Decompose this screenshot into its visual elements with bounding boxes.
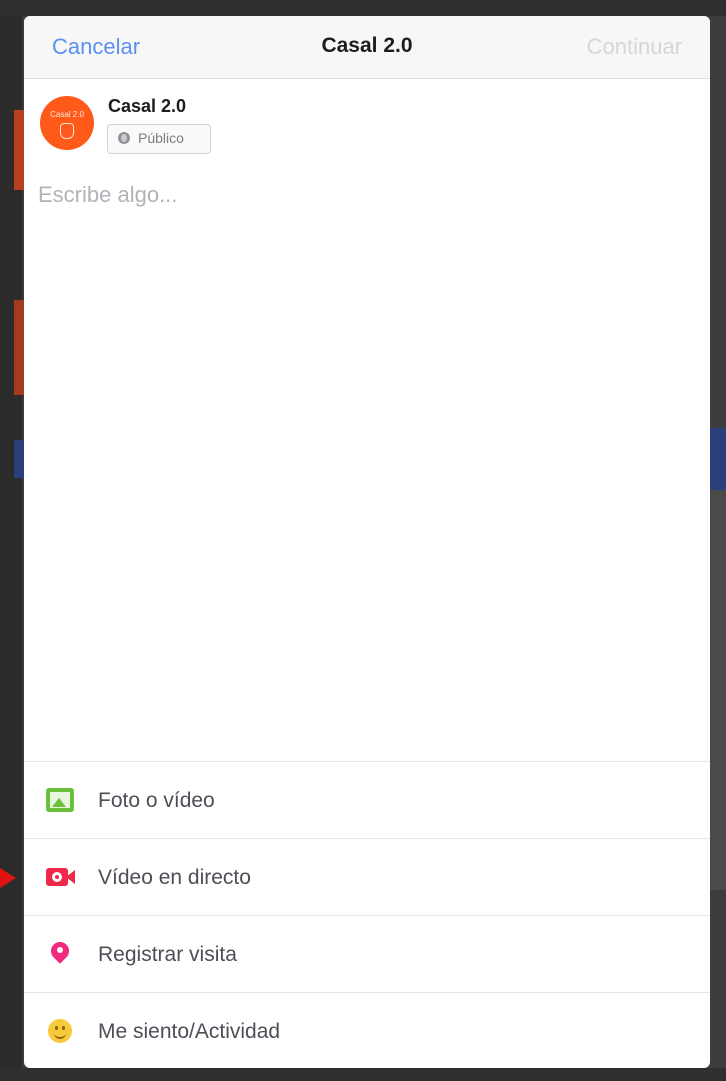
background-content-bar (710, 428, 726, 490)
audience-label: Público (138, 130, 184, 146)
post-actions-list: Foto o vídeo Vídeo en directo Registrar … (24, 761, 710, 1068)
action-live-video[interactable]: Vídeo en directo (24, 838, 710, 915)
background-bottom (0, 1068, 726, 1081)
navigation-bar: Cancelar Casal 2.0 Continuar (24, 16, 710, 79)
action-label: Vídeo en directo (98, 866, 251, 889)
background-content-panel (710, 490, 726, 890)
author-name: Casal 2.0 (108, 96, 187, 116)
globe-icon (118, 132, 130, 144)
background-content-bar (14, 440, 24, 478)
avatar: Casal 2.0 (40, 96, 94, 150)
action-label: Me siento/Actividad (98, 1020, 281, 1043)
background-top (0, 0, 726, 16)
photo-icon (46, 788, 74, 812)
create-post-modal: Cancelar Casal 2.0 Continuar Casal 2.0 C… (24, 16, 710, 1068)
audience-selector[interactable]: Público (107, 124, 211, 154)
action-label: Foto o vídeo (98, 789, 215, 812)
cancel-button[interactable]: Cancelar (52, 34, 140, 60)
background-content-image (14, 110, 24, 190)
live-video-icon (46, 865, 75, 889)
location-pin-icon (46, 938, 74, 966)
post-text-input[interactable] (36, 180, 700, 744)
mouse-icon (60, 123, 74, 139)
red-arrow-icon (0, 868, 16, 888)
avatar-text: Casal 2.0 (50, 110, 84, 119)
action-label: Registrar visita (98, 943, 237, 966)
continue-button[interactable]: Continuar (587, 34, 682, 60)
action-photo-video[interactable]: Foto o vídeo (24, 761, 710, 838)
action-feeling-activity[interactable]: Me siento/Actividad (24, 992, 710, 1068)
annotation-arrow (0, 868, 18, 888)
smiley-icon (46, 1019, 74, 1043)
action-check-in[interactable]: Registrar visita (24, 915, 710, 992)
background-content-image (14, 300, 24, 395)
